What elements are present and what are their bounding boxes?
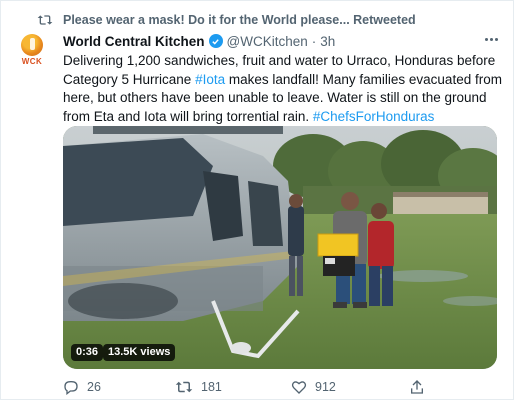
reply-button[interactable]: 26 bbox=[63, 377, 101, 397]
retweet-context-text[interactable]: Please wear a mask! Do it for the World … bbox=[63, 13, 416, 27]
retweet-icon bbox=[175, 381, 193, 393]
like-count: 912 bbox=[315, 380, 336, 394]
video-views-badge: 13.5K views bbox=[103, 344, 176, 361]
tweet-timestamp[interactable]: 3h bbox=[320, 34, 335, 49]
reply-count: 26 bbox=[87, 380, 101, 394]
tweet-text-fragment: Category 5 Hurricane bbox=[63, 71, 196, 87]
more-dot-icon bbox=[489, 37, 493, 41]
video-frame-image bbox=[63, 126, 497, 369]
tweet-text-line: here, but others have been unable to lea… bbox=[63, 90, 487, 106]
retweet-icon bbox=[37, 15, 53, 25]
share-icon bbox=[411, 380, 423, 394]
share-button[interactable] bbox=[409, 377, 425, 397]
heart-icon bbox=[291, 381, 307, 394]
video-duration-badge: 0:36 bbox=[71, 344, 104, 361]
more-dot-icon bbox=[484, 37, 488, 41]
tweet-text-fragment: from Eta and Iota will bring torrential … bbox=[63, 108, 313, 124]
tweet-text-line: Delivering 1,200 sandwiches, fruit and w… bbox=[63, 53, 496, 68]
retweet-context: Please wear a mask! Do it for the World … bbox=[37, 11, 416, 29]
like-button[interactable]: 912 bbox=[291, 377, 336, 397]
wck-logo-icon bbox=[21, 34, 43, 56]
tweet-actions-bar: 26 181 912 bbox=[63, 377, 503, 397]
hashtag-link-chefsforhonduras[interactable]: #ChefsForHonduras bbox=[313, 109, 435, 124]
tweet-text-fragment: makes landfall! Many families evacuated … bbox=[225, 71, 502, 87]
hashtag-link-iota[interactable]: #Iota bbox=[195, 72, 225, 87]
retweet-count: 181 bbox=[201, 380, 222, 394]
verified-badge-icon bbox=[208, 34, 223, 48]
video-player[interactable]: 0:36 13.5K views bbox=[63, 126, 497, 369]
tweet-card[interactable]: Please wear a mask! Do it for the World … bbox=[0, 0, 514, 400]
avatar[interactable]: WCK bbox=[15, 33, 49, 67]
tweet-header: World Central Kitchen @WCKitchen · 3h bbox=[63, 32, 335, 50]
more-dot-icon bbox=[494, 37, 498, 41]
reply-icon bbox=[64, 381, 78, 395]
author-name[interactable]: World Central Kitchen bbox=[63, 34, 205, 49]
avatar-logo-text: WCK bbox=[21, 57, 43, 66]
header-separator: · bbox=[311, 33, 317, 49]
tweet-text: Delivering 1,200 sandwiches, fruit and w… bbox=[63, 52, 503, 126]
author-handle[interactable]: @WCKitchen bbox=[227, 34, 308, 49]
more-options-button[interactable] bbox=[481, 32, 501, 46]
retweet-button[interactable]: 181 bbox=[175, 377, 222, 397]
